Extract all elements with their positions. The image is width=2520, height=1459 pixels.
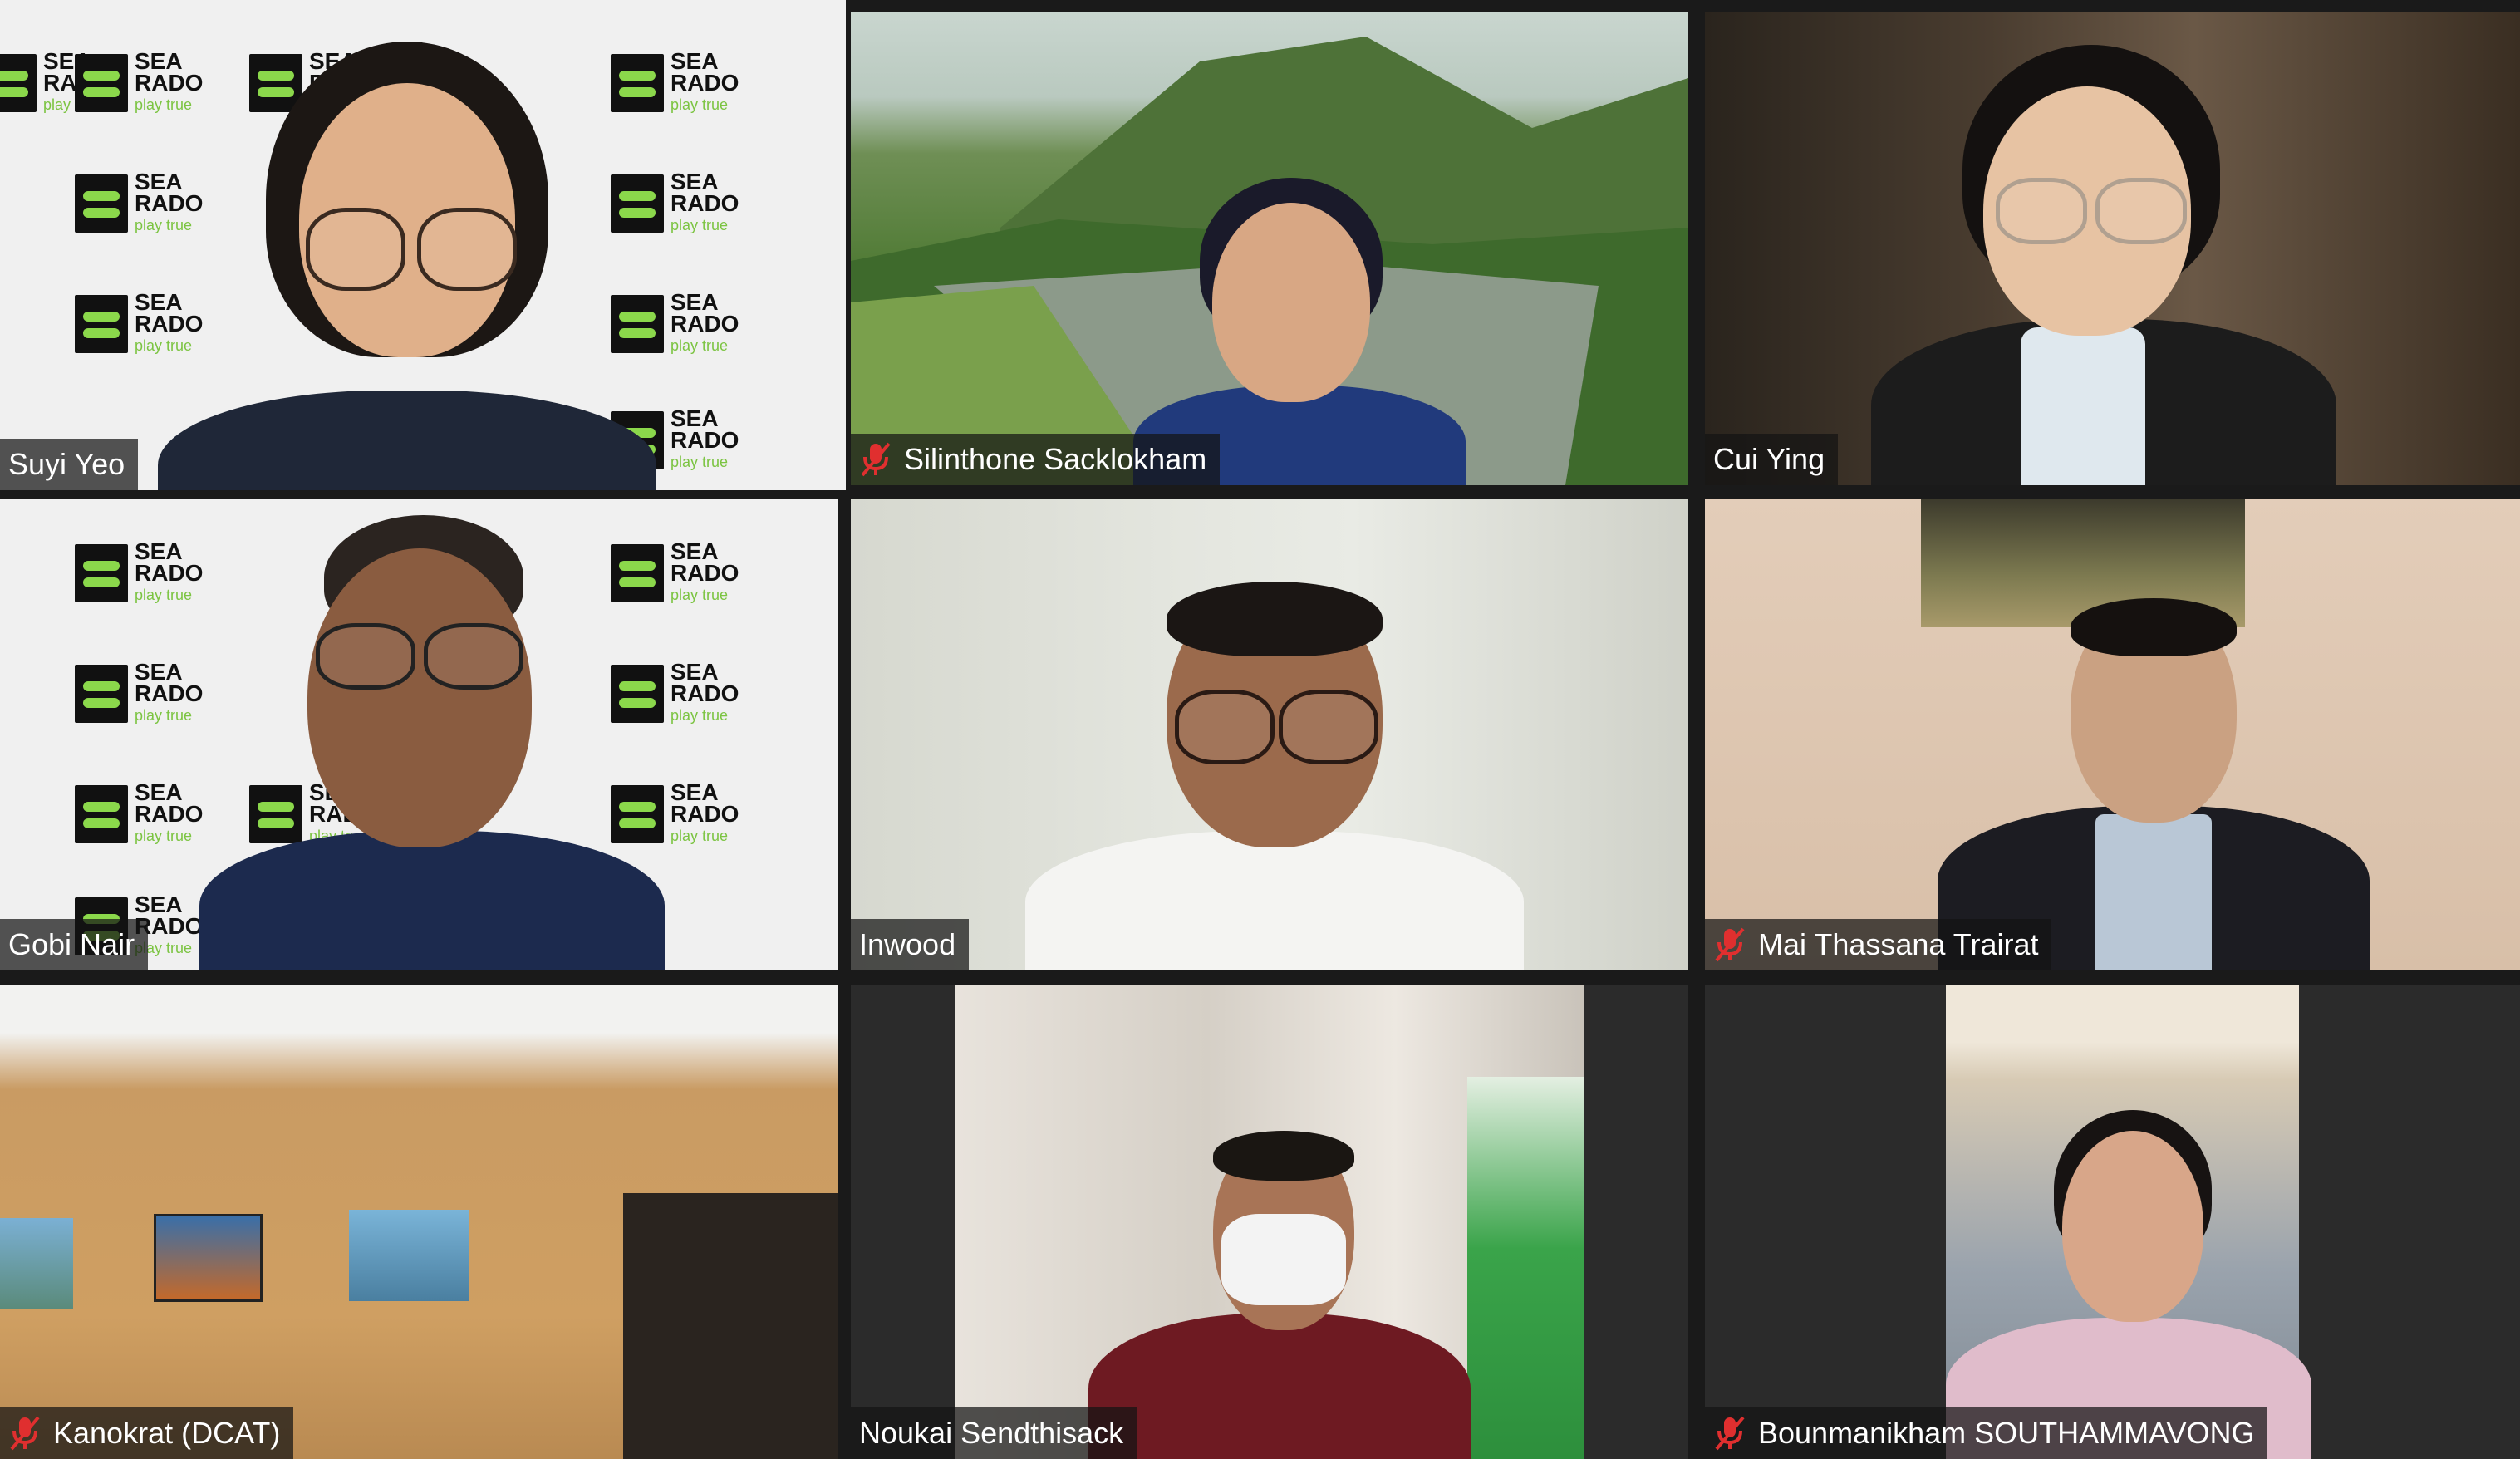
participant-name-tag: Mai Thassana Trairat bbox=[1705, 919, 2052, 970]
office-background bbox=[1705, 499, 2520, 970]
sea-rado-logo-mark bbox=[75, 544, 128, 602]
backdrop-logo: SEARADOplay true bbox=[75, 287, 216, 361]
video-tile-kanokrat-dcat[interactable]: Kanokrat (DCAT) bbox=[0, 985, 838, 1459]
sea-rado-logo-mark bbox=[75, 785, 128, 843]
participant-video bbox=[1088, 1131, 1471, 1459]
participant-name-tag: Gobi Nair bbox=[0, 919, 149, 970]
participant-name: Suyi Yeo bbox=[8, 447, 125, 481]
sea-rado-backdrop: SEARADOplay true SEARADOplay true SEARAD… bbox=[0, 0, 846, 490]
video-tile-mai-thassana-trairat[interactable]: Mai Thassana Trairat bbox=[1705, 499, 2520, 970]
office-background bbox=[851, 499, 1688, 970]
banner-stand bbox=[1467, 1077, 1584, 1459]
participant-name: Noukai Sendthisack bbox=[859, 1416, 1124, 1450]
participant-name-tag: Inwood bbox=[851, 919, 970, 970]
sea-rado-logo-mark bbox=[611, 174, 664, 233]
microphone-muted-icon bbox=[859, 442, 892, 477]
participant-video bbox=[1017, 582, 1532, 970]
room-background bbox=[1705, 12, 2520, 485]
backdrop-logo: SEARADOplay true bbox=[75, 656, 216, 731]
video-tile-noukai-sendthisack[interactable]: Noukai Sendthisack bbox=[851, 985, 1688, 1459]
participant-name-tag: Bounmanikham SOUTHAMMAVONG bbox=[1705, 1407, 2268, 1459]
participant-name-tag: Kanokrat (DCAT) bbox=[0, 1407, 294, 1459]
video-tile-inwood[interactable]: Inwood bbox=[851, 499, 1688, 970]
sea-rado-logo-mark bbox=[611, 295, 664, 353]
wall-picture bbox=[349, 1210, 469, 1301]
video-tile-bounmanikham-southammavong[interactable]: Bounmanikham SOUTHAMMAVONG bbox=[1705, 985, 2520, 1459]
camera-frame bbox=[955, 985, 1584, 1459]
camera-frame bbox=[1946, 985, 2311, 1459]
sea-rado-logo-mark bbox=[611, 54, 664, 112]
sea-rado-logo-mark bbox=[75, 295, 128, 353]
participant-name: Bounmanikham SOUTHAMMAVONG bbox=[1758, 1416, 2255, 1450]
backdrop-logo: SEARADOplay true bbox=[75, 166, 216, 241]
shelf-cabinet bbox=[623, 1193, 838, 1459]
video-tile-suyi-yeo[interactable]: SEARADOplay true SEARADOplay true SEARAD… bbox=[0, 0, 846, 490]
wall-picture bbox=[0, 1218, 73, 1309]
participant-video bbox=[158, 42, 656, 490]
participant-video bbox=[1938, 598, 2370, 970]
participant-name: Kanokrat (DCAT) bbox=[53, 1416, 281, 1450]
participant-name: Silinthone Sacklokham bbox=[904, 442, 1207, 476]
participant-video bbox=[1871, 45, 2336, 485]
participant-name: Inwood bbox=[859, 927, 956, 961]
backdrop-logo: SEARADOplay true bbox=[75, 777, 216, 852]
face-mask bbox=[1221, 1214, 1346, 1305]
backdrop-logo: SEARADOplay true bbox=[611, 287, 752, 361]
room-background bbox=[851, 985, 1688, 1459]
video-tile-silinthone-sacklokham[interactable]: Silinthone Sacklokham bbox=[851, 12, 1688, 485]
video-tile-cui-ying[interactable]: Cui Ying bbox=[1705, 12, 2520, 485]
sea-rado-logo-mark bbox=[0, 54, 37, 112]
room-background bbox=[0, 985, 838, 1459]
participant-video bbox=[1946, 1110, 2311, 1459]
sea-rado-logo-mark bbox=[75, 174, 128, 233]
participant-name-tag: Cui Ying bbox=[1705, 434, 1839, 485]
video-tile-gobi-nair[interactable]: SEA RADO play true SEA RADO play true SEA RAD… bbox=[0, 499, 838, 970]
backdrop-logo: SEARADOplay true bbox=[75, 536, 216, 611]
participant-name-tag: Suyi Yeo bbox=[0, 439, 139, 490]
participant-name: Mai Thassana Trairat bbox=[1758, 927, 2039, 961]
backdrop-logo: SEARADOplay true bbox=[611, 166, 752, 241]
microphone-muted-icon bbox=[1713, 927, 1746, 962]
participant-video bbox=[199, 515, 665, 970]
wall-picture bbox=[154, 1214, 263, 1302]
participant-name: Cui Ying bbox=[1713, 442, 1825, 476]
room-background bbox=[1705, 985, 2520, 1459]
participant-name-tag: Noukai Sendthisack bbox=[851, 1407, 1137, 1459]
backdrop-logo: SEARADOplay true bbox=[611, 46, 752, 120]
backdrop-logo: SEARADOplay true bbox=[75, 46, 216, 120]
sea-rado-backdrop: SEARADOplay true SEARADOplay true SEARAD… bbox=[0, 499, 838, 970]
participant-name-tag: Silinthone Sacklokham bbox=[851, 434, 1221, 485]
sea-rado-logo-mark bbox=[75, 665, 128, 723]
landscape-virtual-background bbox=[851, 12, 1688, 485]
microphone-muted-icon bbox=[8, 1416, 42, 1451]
sea-rado-logo-mark bbox=[75, 54, 128, 112]
microphone-muted-icon bbox=[1713, 1416, 1746, 1451]
participant-name: Gobi Nair bbox=[8, 927, 135, 961]
